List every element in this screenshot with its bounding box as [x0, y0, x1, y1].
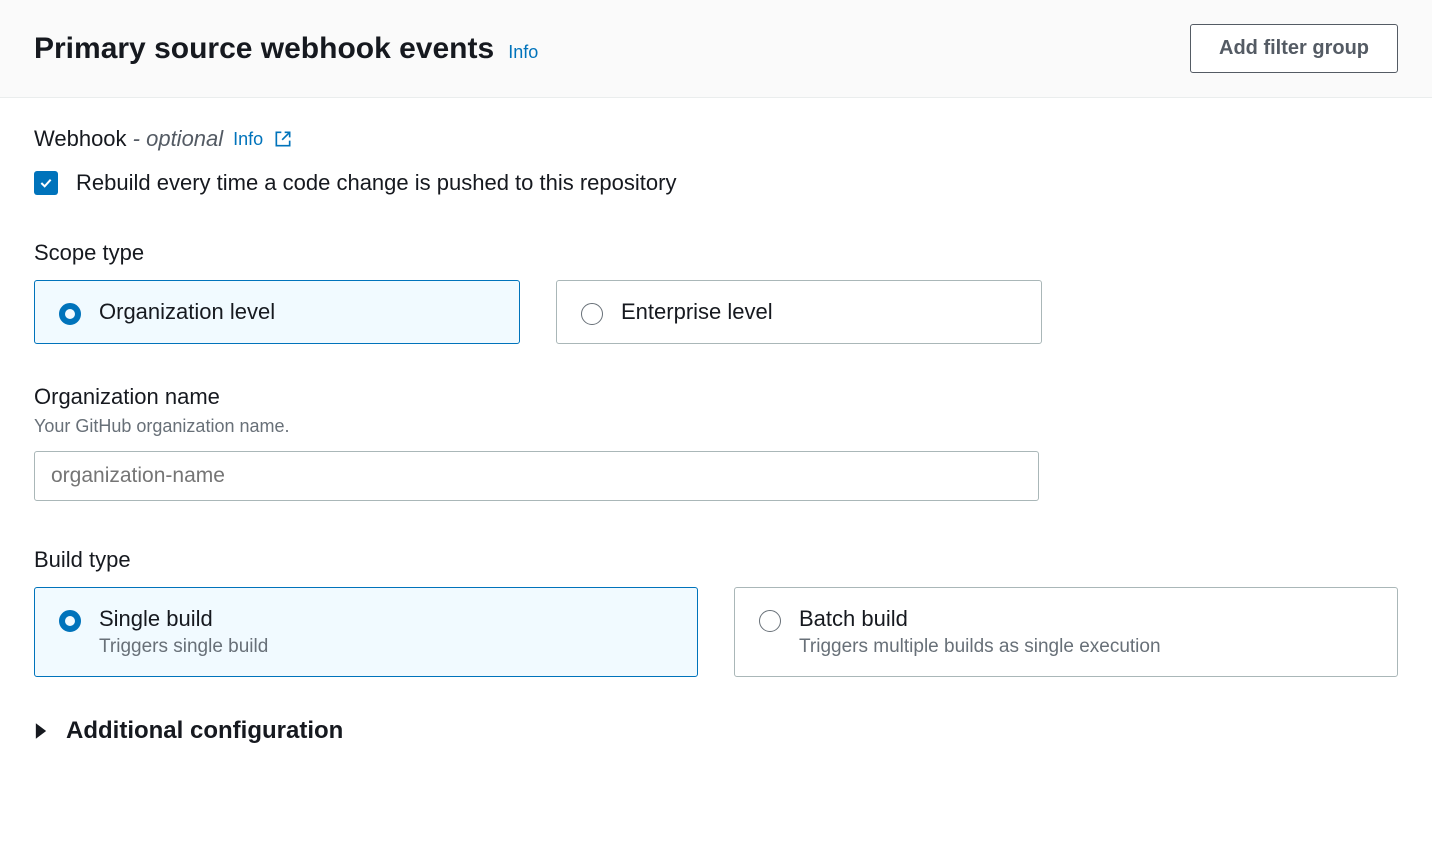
org-name-label: Organization name: [34, 384, 1398, 410]
webhook-label: Webhook - optional: [34, 126, 223, 152]
external-link-icon[interactable]: [273, 129, 293, 149]
radio-description: Triggers single build: [99, 636, 268, 658]
radio-text: Organization level: [99, 299, 275, 325]
radio-title: Single build: [99, 606, 268, 632]
radio-icon: [581, 303, 603, 325]
add-filter-group-button[interactable]: Add filter group: [1190, 24, 1398, 73]
radio-icon: [59, 303, 81, 325]
radio-description: Triggers multiple builds as single execu…: [799, 636, 1161, 658]
additional-configuration-label: Additional configuration: [66, 717, 343, 745]
webhook-info-link[interactable]: Info: [233, 129, 263, 150]
radio-icon: [59, 610, 81, 632]
scope-type-label: Scope type: [34, 240, 1398, 266]
build-type-options: Single build Triggers single build Batch…: [34, 587, 1398, 677]
radio-text: Batch build Triggers multiple builds as …: [799, 606, 1161, 658]
webhook-label-row: Webhook - optional Info: [34, 126, 1398, 152]
radio-icon: [759, 610, 781, 632]
check-icon: [38, 175, 54, 191]
panel-header: Primary source webhook events Info Add f…: [0, 0, 1432, 98]
rebuild-checkbox-row: Rebuild every time a code change is push…: [34, 170, 1398, 196]
org-name-description: Your GitHub organization name.: [34, 416, 1398, 437]
additional-configuration-toggle[interactable]: Additional configuration: [34, 717, 1398, 745]
radio-text: Enterprise level: [621, 299, 773, 325]
scope-option-enterprise[interactable]: Enterprise level: [556, 280, 1042, 344]
panel-body: Webhook - optional Info Rebuild every ti…: [0, 98, 1432, 785]
radio-title: Enterprise level: [621, 299, 773, 325]
radio-title: Batch build: [799, 606, 1161, 632]
build-type-label: Build type: [34, 547, 1398, 573]
header-info-link[interactable]: Info: [508, 42, 538, 63]
radio-text: Single build Triggers single build: [99, 606, 268, 658]
chevron-right-icon: [34, 722, 48, 740]
radio-title: Organization level: [99, 299, 275, 325]
build-option-batch[interactable]: Batch build Triggers multiple builds as …: [734, 587, 1398, 677]
panel-title: Primary source webhook events: [34, 32, 494, 66]
panel-title-wrap: Primary source webhook events Info: [34, 32, 538, 66]
scope-option-organization[interactable]: Organization level: [34, 280, 520, 344]
rebuild-checkbox-label: Rebuild every time a code change is push…: [76, 170, 676, 196]
scope-type-options: Organization level Enterprise level: [34, 280, 1398, 344]
rebuild-checkbox[interactable]: [34, 171, 58, 195]
org-name-input[interactable]: [34, 451, 1039, 501]
build-option-single[interactable]: Single build Triggers single build: [34, 587, 698, 677]
